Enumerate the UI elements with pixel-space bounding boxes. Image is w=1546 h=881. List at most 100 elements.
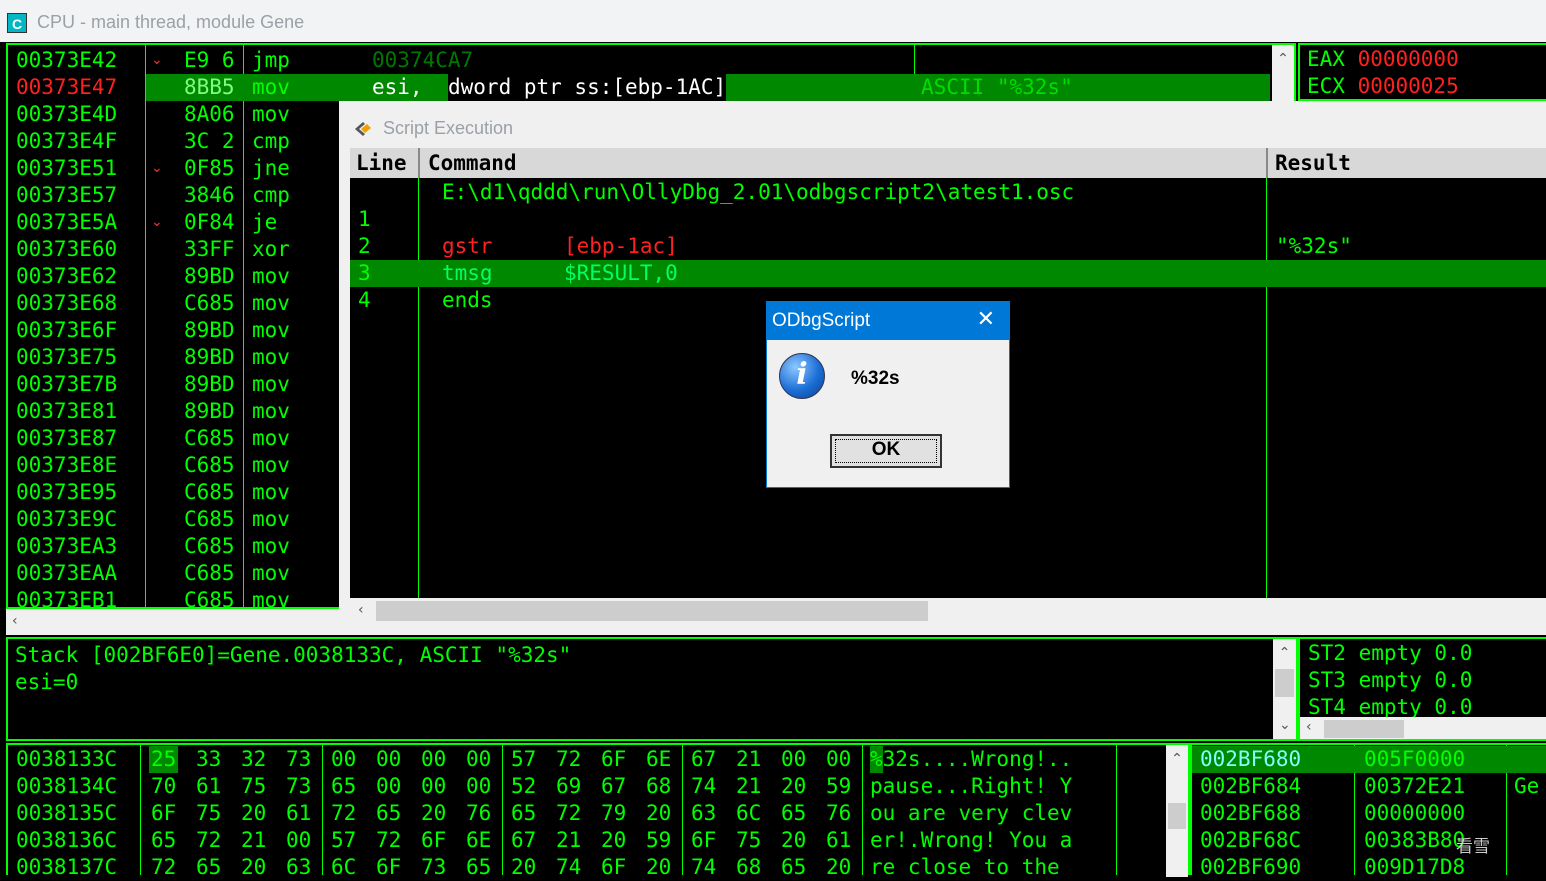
disasm-hex: C685 <box>184 507 235 531</box>
script-row[interactable]: 3 tmsg $RESULT,0 <box>350 260 1546 287</box>
dump-byte: 75 <box>736 828 762 852</box>
dump-byte: 76 <box>826 801 852 825</box>
disasm-mnemonic: je <box>252 210 278 234</box>
dump-byte: 20 <box>781 774 807 798</box>
dump-byte: 59 <box>646 828 672 852</box>
dump-byte: 61 <box>196 774 222 798</box>
scroll-left-icon[interactable]: ‹ <box>12 613 18 629</box>
disasm-mnemonic: mov <box>252 345 290 369</box>
disasm-row[interactable]: 00373E42 ⌄ E9 6 jmp <box>8 47 1268 74</box>
register-row[interactable]: ECX 00000025 <box>1307 73 1459 100</box>
stack-address: 002BF68C <box>1200 828 1302 852</box>
disasm-address: 00373E68 <box>16 291 118 315</box>
dump-byte: 73 <box>421 855 447 879</box>
dialog-titlebar[interactable]: ODbgScript ✕ <box>767 302 1009 340</box>
col-header-result[interactable]: Result <box>1275 148 1351 178</box>
script-line-number: 3 <box>358 261 371 285</box>
disasm-mnemonic: mov <box>252 426 290 450</box>
fpu-pane[interactable]: ST2 empty 0.0 ST3 empty 0.0 ST4 empty 0.0 … <box>1298 637 1546 741</box>
script-path: E:\d1\qddd\run\OllyDbg_2.01\odbgscript2\… <box>442 180 1075 204</box>
dump-byte: 67 <box>511 828 537 852</box>
ok-button[interactable]: OK <box>830 434 942 468</box>
disasm-mnemonic: mov <box>252 372 290 396</box>
dump-vscrollbar[interactable]: ⌃ <box>1166 745 1188 877</box>
script-row[interactable]: 2 gstr [ebp-1ac] "%32s" <box>350 233 1546 260</box>
disasm-hex: 8A06 <box>184 102 235 126</box>
stack-address: 002BF690 <box>1200 855 1302 875</box>
script-command: gstr <box>442 234 493 258</box>
window-titlebar[interactable]: C CPU - main thread, module Gene <box>0 0 1546 42</box>
dump-row[interactable]: 0038134C 70 61 75 73 65 00 00 00 52 69 67 68 74 21 20 59… <box>8 773 1158 800</box>
stack-value: 00372E21 <box>1364 774 1466 798</box>
disasm-hex: 33FF <box>184 237 235 261</box>
disasm-address: 00373E60 <box>16 237 118 261</box>
scroll-up-icon[interactable]: ⌃ <box>1273 645 1296 661</box>
dump-byte: 6E <box>646 747 672 771</box>
scroll-left-icon[interactable]: ‹ <box>358 602 364 618</box>
disasm-hex: C685 <box>184 291 235 315</box>
disasm-hex: 3C 2 <box>184 129 235 153</box>
scroll-up-icon[interactable]: ⌃ <box>1166 751 1188 767</box>
dump-row[interactable]: 0038133C 25 33 32 73 00 00 00 00 57 72 6F 6E 67 21 00 00… <box>8 746 1158 773</box>
memory-dump-pane[interactable]: 0038133C 25 33 32 73 00 00 00 00 57 72 6F 6E 67 21 00 00… <box>6 743 1190 879</box>
stack-row[interactable]: 002BF684 00372E21 Ge <box>1192 773 1546 800</box>
stack-row[interactable]: 002BF690 009D17D8 <box>1192 854 1546 875</box>
dump-ascii: er!.Wrong! You a <box>870 828 1073 852</box>
disasm-address: 00373E47 <box>16 75 118 99</box>
scroll-down-icon[interactable]: ⌄ <box>1279 717 1291 733</box>
scroll-thumb[interactable] <box>1324 720 1404 738</box>
col-header-line[interactable]: Line <box>356 148 407 178</box>
disasm-hex: C685 <box>184 534 235 558</box>
stack-row[interactable]: 002BF688 00000000 <box>1192 800 1546 827</box>
dialog-message: %32s <box>851 368 900 389</box>
stack-address: 002BF680 <box>1200 747 1302 771</box>
dump-byte: 72 <box>331 801 357 825</box>
scroll-thumb[interactable] <box>376 601 928 621</box>
disasm-hex: 89BD <box>184 264 235 288</box>
dump-address: 0038135C <box>16 801 118 825</box>
stack-pane[interactable]: 002BF680 005F0000 002BF684 00372E21 Ge 002BF6… <box>1190 743 1546 875</box>
fpu-register: ST2 empty 0.0 <box>1308 641 1473 665</box>
dump-byte: 6E <box>466 828 492 852</box>
script-hscrollbar[interactable]: ‹ <box>350 598 1546 624</box>
dump-row[interactable]: 0038137C 72 65 20 63 6C 6F 73 65 20 74 6F 20 74 68 65 20… <box>8 854 1158 881</box>
dump-row[interactable]: 0038135C 6F 75 20 61 72 65 20 76 65 72 79 20 63 6C 65 76… <box>8 800 1158 827</box>
scroll-thumb[interactable] <box>1275 669 1294 697</box>
watermark: 看雪 <box>1456 837 1490 857</box>
dump-byte: 75 <box>241 774 267 798</box>
dump-byte: 61 <box>826 828 852 852</box>
registers-pane[interactable]: EAX 00000000 ECX 00000025 <box>1298 43 1546 101</box>
disasm-mnemonic: xor <box>252 237 290 261</box>
dump-byte: 00 <box>286 828 312 852</box>
message-dialog[interactable]: ODbgScript ✕ i %32s OK <box>766 301 1010 488</box>
disasm-mnemonic: mov <box>252 507 290 531</box>
jump-arrow-icon: ⌄ <box>151 214 163 230</box>
scroll-left-icon[interactable]: ‹ <box>1306 719 1312 735</box>
stack-comment: Ge <box>1514 774 1540 798</box>
close-icon[interactable]: ✕ <box>977 307 995 332</box>
dump-byte: 20 <box>826 855 852 879</box>
dump-byte: 20 <box>241 855 267 879</box>
scroll-up-icon[interactable]: ⌃ <box>1272 51 1294 67</box>
fpu-hscrollbar[interactable]: ‹ <box>1300 717 1546 739</box>
script-line-number: 2 <box>358 234 371 258</box>
info-vscrollbar[interactable]: ⌃ ⌄ <box>1273 639 1296 739</box>
disasm-hscrollbar[interactable]: ‹ <box>6 609 340 635</box>
col-header-command[interactable]: Command <box>428 148 517 178</box>
stack-row[interactable]: 002BF68C 00383B80 <box>1192 827 1546 854</box>
dump-byte: 6F <box>601 747 627 771</box>
dump-byte: 72 <box>196 828 222 852</box>
dump-byte: 67 <box>691 747 717 771</box>
script-args: $RESULT,0 <box>564 261 678 285</box>
disasm-vscrollbar[interactable]: ⌃ <box>1272 45 1294 101</box>
stack-row[interactable]: 002BF680 005F0000 <box>1192 746 1546 773</box>
scroll-thumb[interactable] <box>1168 803 1186 829</box>
disasm-hex: C685 <box>184 453 235 477</box>
script-row[interactable]: 1 <box>350 206 1546 233</box>
dump-row[interactable]: 0038136C 65 72 21 00 57 72 6F 6E 67 21 20 59 6F 75 20 61… <box>8 827 1158 854</box>
dump-byte: 75 <box>196 801 222 825</box>
register-row[interactable]: EAX 00000000 <box>1307 46 1459 73</box>
operand-row0: 00374CA7 <box>372 48 474 72</box>
comment-row1: ASCII "%32s" <box>921 75 1073 99</box>
info-pane[interactable]: Stack [002BF6E0]=Gene.0038133C, ASCII "%… <box>6 637 1298 741</box>
